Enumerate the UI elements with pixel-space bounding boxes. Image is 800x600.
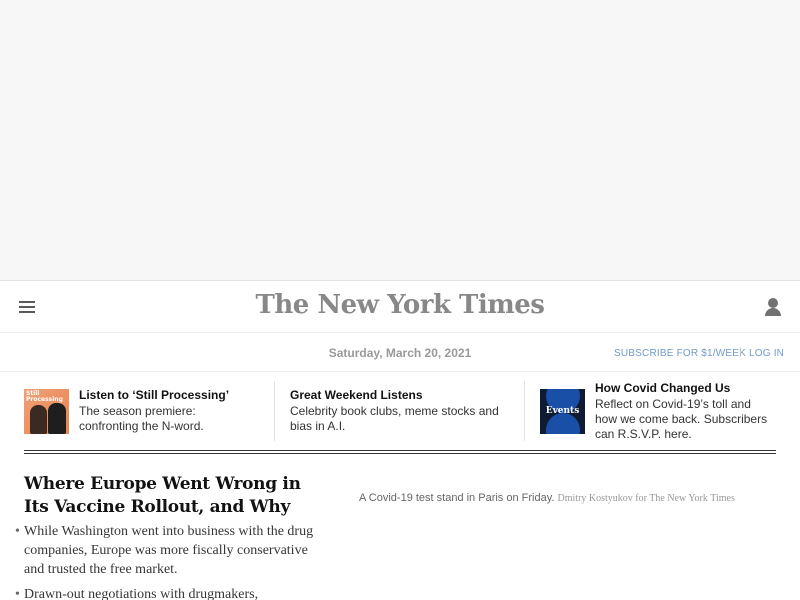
image-caption: A Covid-19 test stand in Paris on Friday… (359, 492, 735, 504)
promo-text: Reflect on Covid-19’s toll and how we co… (595, 397, 768, 441)
events-thumbnail: Events (540, 389, 585, 434)
promo-text: The season premiere: confronting the N-w… (79, 404, 204, 433)
section-rule (24, 450, 776, 454)
bullet-text: Drawn-out negotiations with drugmakers, (24, 587, 259, 600)
promo-divider (524, 381, 525, 441)
photo-credit: Dmitry Kostyukov for The New York Times (557, 493, 735, 504)
subscribe-link[interactable]: SUBSCRIBE FOR $1/WEEK (614, 348, 746, 359)
dateline-bar: Saturday, March 20, 2021 SUBSCRIBE FOR $… (0, 334, 800, 372)
bullet-glyph: • (15, 587, 20, 600)
thumbnail-label: Still Processing (26, 390, 63, 403)
promo-title: Listen to ‘Still Processing’ (79, 388, 230, 402)
promo-divider (274, 381, 275, 441)
bullet-text: While Washington went into business with… (24, 524, 314, 577)
promo-title: How Covid Changed Us (595, 381, 731, 395)
summary-bullet: • While Washington went into business wit… (15, 522, 324, 579)
caption-text: A Covid-19 test stand in Paris on Friday… (359, 492, 555, 504)
link-separator: | (739, 347, 742, 358)
site-logo[interactable]: The New York Times (0, 290, 800, 320)
user-account-icon[interactable] (764, 298, 782, 316)
promo-text: Celebrity book clubs, meme stocks and bi… (290, 404, 499, 433)
advertisement-area (0, 0, 800, 281)
login-link[interactable]: LOG IN (749, 348, 784, 359)
podcast-thumbnail: Still Processing (24, 389, 69, 434)
summary-bullet: • Drawn-out negotiations with drugmakers, (15, 585, 324, 600)
promo-still-processing[interactable]: Still Processing Listen to ‘Still Proces… (24, 381, 264, 443)
promo-covid-events[interactable]: Events How Covid Changed Us Reflect on C… (540, 381, 780, 443)
story-headline[interactable]: Where Europe Went Wrong in Its Vaccine R… (24, 473, 324, 519)
thumbnail-label: Events (545, 406, 580, 416)
promo-weekend-listens[interactable]: Great Weekend Listens Celebrity book clu… (290, 381, 515, 443)
story-summary-list: • While Washington went into business wit… (15, 522, 324, 600)
promo-title: Great Weekend Listens (290, 388, 423, 402)
bullet-glyph: • (15, 524, 20, 539)
masthead: The New York Times (0, 281, 800, 333)
